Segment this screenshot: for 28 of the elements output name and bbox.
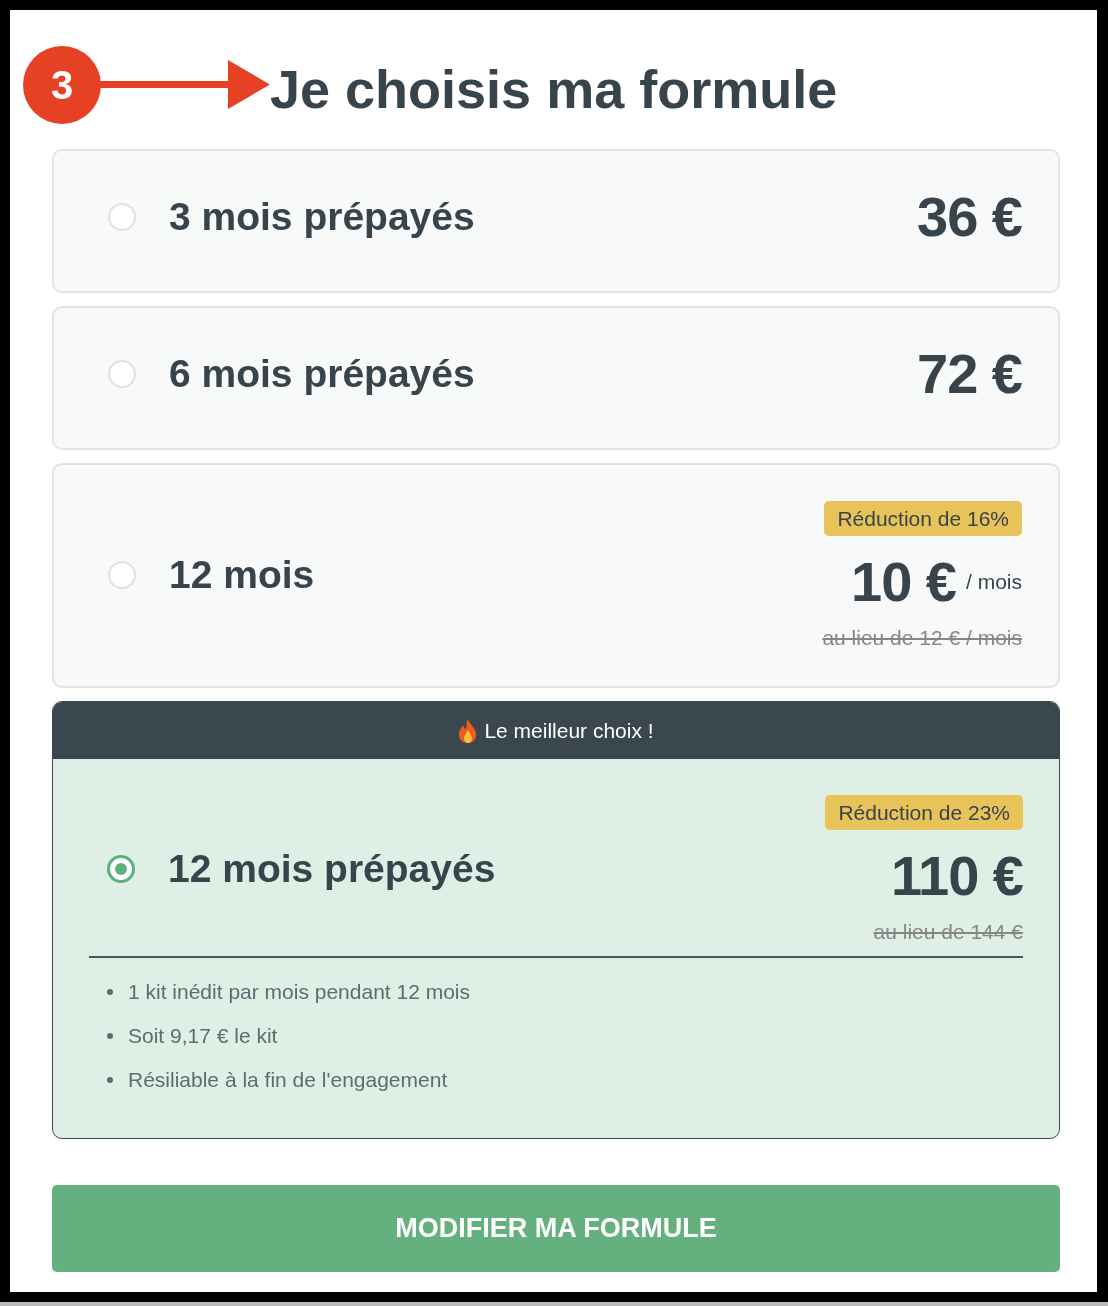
plan-name: 12 mois prépayés [168,846,496,893]
price-text: 110 € [890,846,1023,906]
price-unit: / mois [966,569,1022,596]
plan-name: 12 mois [169,552,315,599]
bullet-icon [107,989,113,995]
old-price: au lieu de 144 € [873,920,1023,944]
radio-button[interactable] [107,855,135,884]
discount-tag: Réduction de 23% [825,795,1023,830]
price-text: 36 € [917,187,1022,247]
page-title: Je choisis ma formule [270,62,838,116]
plan-name: 6 mois prépayés [169,350,475,397]
feature-text: Résiliable à la fin de l'engagement [128,1068,448,1092]
price-text: 72 € [917,344,1022,404]
step-number: 3 [23,46,101,124]
flame-icon [458,718,479,743]
feature-text: Soit 9,17 € le kit [128,1024,278,1048]
plan-card[interactable]: 3 mois prépayés 36 € [52,149,1060,293]
plan-name: 3 mois prépayés [169,193,475,240]
plan-card[interactable]: Le meilleur choix ! 12 mois prépayés Réduction de 23% 110 € au lieu de 144 € 1 kit inédit par mois pendant 12 mois Soit 9,17 € le kit Résiliable à la fin de l'engagement [52,701,1060,1139]
arrow-icon [100,60,270,110]
bullet-icon [107,1077,113,1083]
plan-card[interactable]: 6 mois prépayés 72 € [52,306,1060,450]
old-price: au lieu de 12 € / mois [822,626,1022,650]
feature-text: 1 kit inédit par mois pendant 12 mois [128,980,471,1004]
bullet-icon [107,1033,113,1039]
price-text: 10 € [851,552,956,612]
ribbon-text: Le meilleur choix ! [484,717,654,744]
discount-tag: Réduction de 16% [824,501,1022,536]
